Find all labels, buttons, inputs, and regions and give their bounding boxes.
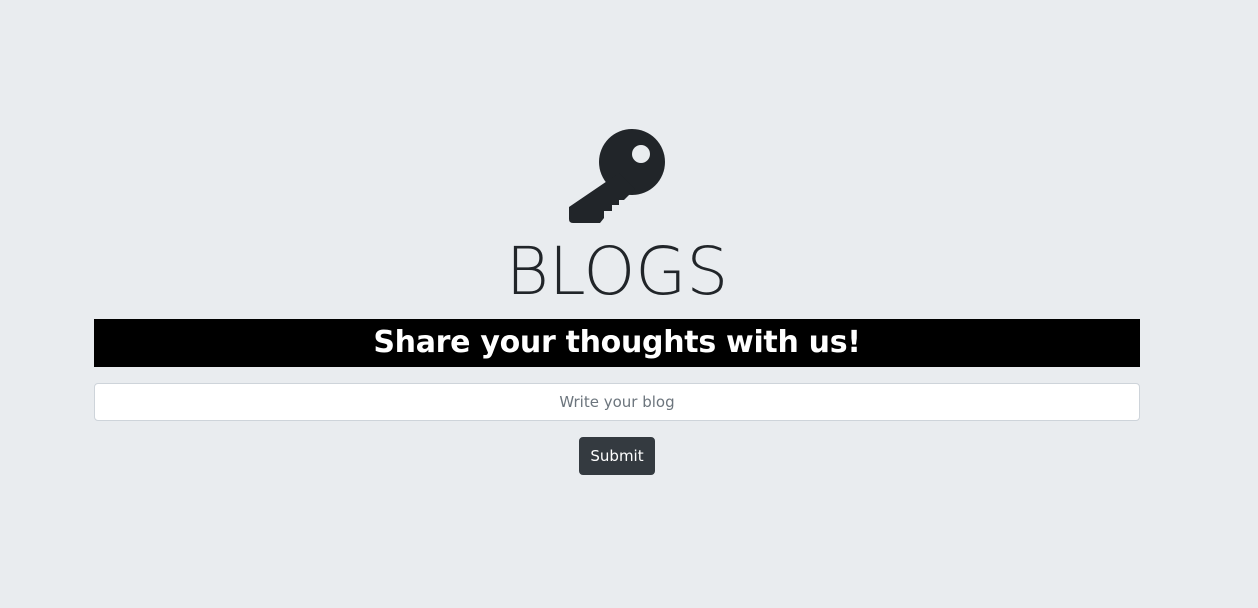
- banner: Share your thoughts with us!: [94, 319, 1140, 367]
- page-title: BLOGS: [505, 233, 729, 310]
- key-icon: [567, 127, 667, 227]
- submit-button[interactable]: Submit: [579, 437, 655, 475]
- banner-text: Share your thoughts with us!: [373, 325, 861, 360]
- blog-input[interactable]: [94, 383, 1140, 421]
